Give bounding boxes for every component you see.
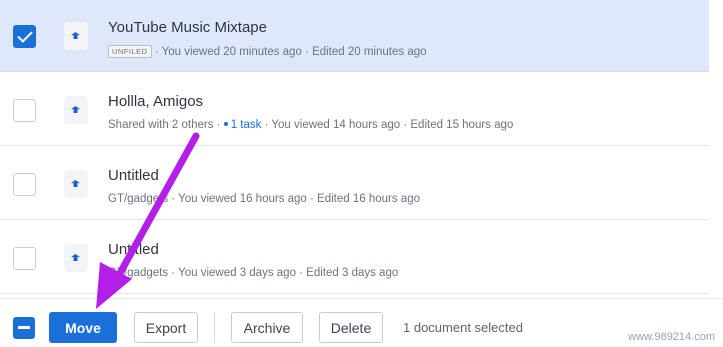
task-link[interactable]: 1 task xyxy=(231,119,262,131)
document-row[interactable]: Untitled GT/gadgets · You viewed 3 days … xyxy=(0,222,709,294)
document-title[interactable]: YouTube Music Mixtape xyxy=(108,19,267,36)
task-dot-icon xyxy=(223,122,228,126)
row-checkbox[interactable] xyxy=(13,247,36,270)
document-icon xyxy=(64,170,88,198)
watermark: www.989214.com xyxy=(628,331,715,343)
move-button[interactable]: Move xyxy=(49,312,117,343)
document-meta-text: · You viewed 20 minutes ago · Edited 20 … xyxy=(154,46,427,58)
document-icon xyxy=(64,96,88,124)
selection-status: 1 document selected xyxy=(403,320,523,335)
document-list: YouTube Music Mixtape UNFILED · You view… xyxy=(0,0,723,298)
document-meta: GT/gadgets · You viewed 3 days ago · Edi… xyxy=(108,267,399,279)
document-icon xyxy=(64,22,88,50)
delete-button[interactable]: Delete xyxy=(319,312,383,343)
document-icon xyxy=(64,244,88,272)
row-checkbox-checked[interactable] xyxy=(13,25,36,48)
document-meta: GT/gadgets · You viewed 16 hours ago · E… xyxy=(108,193,420,205)
select-all-checkbox-indeterminate[interactable] xyxy=(13,317,35,339)
toolbar-divider xyxy=(214,312,215,343)
archive-button[interactable]: Archive xyxy=(231,312,303,343)
row-checkbox[interactable] xyxy=(13,99,36,122)
export-button[interactable]: Export xyxy=(134,312,198,343)
document-title[interactable]: Untitled xyxy=(108,167,159,184)
document-meta: Shared with 2 others · 1 task · You view… xyxy=(108,119,513,131)
document-row[interactable]: Untitled GT/gadgets · You viewed 16 hour… xyxy=(0,148,709,220)
document-row[interactable]: Hollla, Amigos Shared with 2 others · 1 … xyxy=(0,74,709,146)
unfiled-badge: UNFILED xyxy=(108,45,152,58)
document-meta: UNFILED · You viewed 20 minutes ago · Ed… xyxy=(108,45,427,58)
document-meta-text: · You viewed 14 hours ago · Edited 15 ho… xyxy=(264,119,514,131)
document-title[interactable]: Untitled xyxy=(108,241,159,258)
document-row[interactable]: YouTube Music Mixtape UNFILED · You view… xyxy=(0,0,709,72)
row-checkbox[interactable] xyxy=(13,173,36,196)
document-title[interactable]: Hollla, Amigos xyxy=(108,93,203,110)
document-meta-shared: Shared with 2 others · xyxy=(108,119,221,131)
selection-action-bar: Move Export Archive Delete 1 document se… xyxy=(0,298,723,347)
